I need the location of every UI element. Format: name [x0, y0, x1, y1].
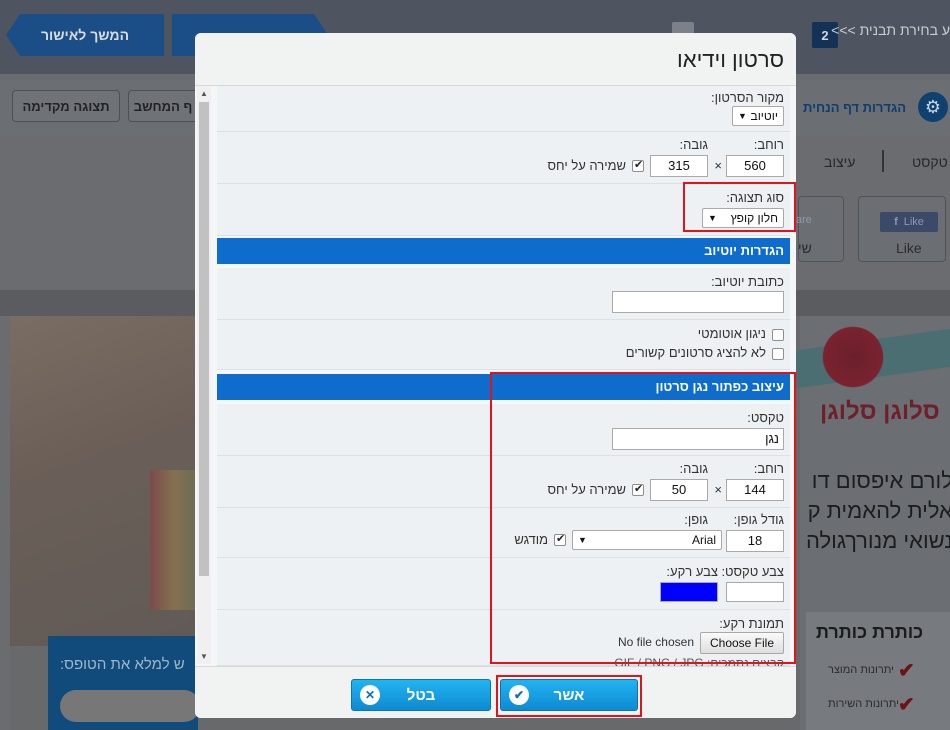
height-label: גובה:	[679, 137, 708, 152]
close-icon: ✕	[360, 685, 380, 705]
keep-ratio-checkbox[interactable]	[632, 158, 644, 172]
preview-button[interactable]: תצוגה מקדימה	[12, 90, 120, 122]
step-label: ע בחירת תבנית >>>	[831, 22, 950, 38]
scrollbar[interactable]: ▲ ▼	[197, 86, 211, 664]
scroll-up-arrow-icon[interactable]: ▲	[200, 89, 208, 98]
scroll-down-arrow-icon[interactable]: ▼	[200, 652, 208, 661]
checkmark-icon: ✔	[898, 660, 915, 682]
flower-logo-icon	[818, 322, 888, 392]
lorem-text: לורם איפסום דו אלית להאמית ק נשואי מנורך…	[806, 466, 950, 556]
computer-button[interactable]: ף המחשב	[128, 90, 198, 122]
youtube-address-input[interactable]	[612, 291, 784, 313]
slogan-text: סלוגן סלוגן	[820, 398, 940, 425]
dialog-title: סרטון וידיאו	[677, 47, 784, 72]
signup-input[interactable]	[60, 690, 200, 722]
dialog-body: ▲ ▼ מקור הסרטון: יוטיוב ▼ רוחב: גובה: 56…	[195, 86, 796, 666]
like-badge-text: Like	[903, 216, 924, 228]
height-input[interactable]: 315	[650, 155, 708, 177]
video-source-label: מקור הסרטון:	[711, 90, 784, 105]
youtube-address-label: כתובת יוטיוב:	[711, 274, 784, 289]
continue-to-approval-button[interactable]: המשך לאישור	[6, 14, 164, 56]
hide-related-checkbox[interactable]	[772, 348, 784, 360]
signup-text: ש למלא את הטופס:	[60, 656, 185, 673]
youtube-settings-header: הגדרות יוטיוב	[217, 238, 790, 264]
checkmark-icon: ✔	[898, 694, 915, 716]
highlight-display-type	[683, 182, 796, 232]
keep-ratio-label: שמירה על יחס	[547, 158, 626, 173]
lorem-line: נשואי מנורךגולה	[806, 528, 950, 553]
gear-icon[interactable]: ⚙	[918, 92, 948, 122]
feature-item: יתרונות השירות	[828, 698, 899, 710]
cancel-label: בטל	[406, 686, 436, 704]
video-dialog: סרטון וידיאו ▲ ▼ מקור הסרטון: יוטיוב ▼ ר…	[195, 33, 796, 718]
playback-options-row: ניגון אוטומטי לא להציג סרטונים קשורים	[217, 320, 790, 370]
video-source-select[interactable]: יוטיוב ▼	[732, 106, 784, 126]
lorem-line: אלית להאמית ק	[807, 498, 950, 523]
width-label: רוחב:	[753, 137, 784, 152]
video-source-value: יוטיוב	[750, 109, 778, 123]
tab-design[interactable]: עיצוב	[824, 154, 855, 170]
lorem-line: לורם איפסום דו	[811, 468, 950, 493]
highlight-button-design	[490, 372, 796, 664]
tab-text[interactable]: טקסט	[912, 154, 948, 170]
share-badge-partial: are	[796, 214, 812, 226]
dialog-footer: בטל ✕ אשר ✔	[195, 666, 796, 718]
facebook-icon: f	[894, 216, 898, 228]
feature-item: יתרונות המוצר	[828, 664, 895, 676]
video-size-row: רוחב: גובה: 560 × 315 שמירה על יחס	[217, 132, 790, 184]
autoplay-checkbox[interactable]	[772, 329, 784, 341]
share-label-partial: שי	[798, 240, 812, 256]
hide-related-label: לא להציג סרטונים קשורים	[625, 345, 766, 360]
autoplay-label: ניגון אוטומטי	[697, 326, 766, 341]
tab-divider	[882, 150, 884, 172]
dropdown-arrow-icon: ▼	[738, 111, 747, 121]
youtube-address-row: כתובת יוטיוב:	[217, 268, 790, 320]
video-source-row: מקור הסרטון: יוטיוב ▼	[217, 86, 790, 132]
like-label: Like	[896, 240, 922, 256]
dialog-header: סרטון וידיאו	[195, 33, 796, 86]
cancel-button[interactable]: בטל ✕	[351, 679, 491, 711]
landing-settings-title: הגדרות דף הנחית	[803, 100, 906, 115]
features-title: כותרת כותרת	[816, 622, 924, 642]
like-badge: f Like	[880, 212, 938, 232]
scroll-thumb[interactable]	[199, 102, 209, 576]
width-input[interactable]: 560	[726, 155, 784, 177]
highlight-ok-button	[496, 675, 642, 717]
times-symbol: ×	[714, 158, 722, 173]
